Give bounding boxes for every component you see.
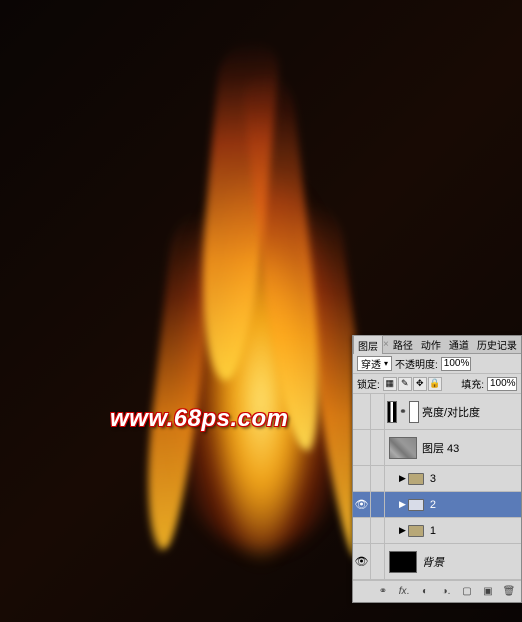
- fill-label: 填充:: [461, 376, 484, 391]
- eye-icon: 👁: [355, 555, 369, 568]
- layer-row-background[interactable]: 👁 背景: [353, 544, 521, 580]
- layer-thumb: [389, 437, 417, 459]
- chevron-down-icon: ▾: [384, 359, 388, 368]
- layer-row-adjustment[interactable]: ⚭ 亮度/对比度: [353, 394, 521, 430]
- adjustment-icon[interactable]: ◑.: [438, 585, 454, 599]
- mask-thumb: [409, 401, 419, 423]
- layer-label: 2: [427, 499, 521, 511]
- visibility-toggle[interactable]: [353, 466, 371, 491]
- disclosure-triangle-icon[interactable]: ▶: [399, 499, 406, 510]
- tab-channels[interactable]: 通道: [445, 335, 473, 354]
- panel-tabs: 图层 × 路径 动作 通道 历史记录: [353, 336, 521, 354]
- layer-label: 亮度/对比度: [419, 404, 521, 420]
- visibility-toggle[interactable]: 👁: [353, 544, 371, 579]
- visibility-toggle[interactable]: [353, 518, 371, 543]
- trash-icon[interactable]: 🗑: [501, 585, 517, 599]
- folder-icon: [408, 473, 424, 485]
- lock-fill-row: 锁定: ▦ ✎ ✥ 🔒 填充: 100%: [353, 374, 521, 394]
- blend-opacity-row: 穿透 ▾ 不透明度: 100%: [353, 354, 521, 374]
- adjustment-thumb: [387, 401, 397, 423]
- link-layers-icon[interactable]: ⚭: [375, 585, 391, 599]
- watermark-text: www.68ps.com: [110, 405, 289, 433]
- new-layer-icon[interactable]: ▣: [480, 585, 496, 599]
- folder-icon: [408, 525, 424, 537]
- lock-buttons: ▦ ✎ ✥ 🔒: [383, 377, 442, 391]
- panel-footer: ⚭ fx. ◐ ◑. ▢ ▣ 🗑: [353, 580, 521, 602]
- lock-transparency-icon[interactable]: ▦: [383, 377, 397, 391]
- opacity-input[interactable]: 100%: [441, 357, 471, 371]
- tab-layers[interactable]: 图层: [353, 335, 383, 355]
- lock-label: 锁定:: [357, 376, 380, 391]
- tab-history[interactable]: 历史记录: [473, 335, 521, 354]
- group-icon[interactable]: ▢: [459, 585, 475, 599]
- layer-group-1[interactable]: ▶ 1: [353, 518, 521, 544]
- layer-label: 图层 43: [419, 440, 521, 456]
- mask-icon[interactable]: ◐: [417, 585, 433, 599]
- blend-mode-select[interactable]: 穿透 ▾: [357, 356, 392, 371]
- tab-actions[interactable]: 动作: [417, 335, 445, 354]
- eye-icon: 👁: [355, 498, 369, 511]
- layer-label: 3: [427, 473, 521, 485]
- fx-icon[interactable]: fx.: [396, 585, 412, 599]
- layer-row-43[interactable]: 图层 43: [353, 430, 521, 466]
- layers-panel: 图层 × 路径 动作 通道 历史记录 穿透 ▾ 不透明度: 100% 锁定: ▦…: [352, 335, 522, 603]
- opacity-label: 不透明度:: [395, 356, 438, 371]
- layer-thumb: [389, 551, 417, 573]
- lock-position-icon[interactable]: ✥: [413, 377, 427, 391]
- visibility-toggle[interactable]: 👁: [353, 492, 371, 517]
- fill-input[interactable]: 100%: [487, 377, 517, 391]
- layer-group-3[interactable]: ▶ 3: [353, 466, 521, 492]
- layer-label: 1: [427, 525, 521, 537]
- disclosure-triangle-icon[interactable]: ▶: [399, 525, 406, 536]
- visibility-toggle[interactable]: [353, 394, 371, 429]
- lock-pixels-icon[interactable]: ✎: [398, 377, 412, 391]
- link-icon: ⚭: [399, 406, 407, 417]
- lock-all-icon[interactable]: 🔒: [428, 377, 442, 391]
- layer-label: 背景: [419, 554, 521, 570]
- blend-mode-value: 穿透: [361, 356, 381, 371]
- canvas-area: www.68ps.com 图层 × 路径 动作 通道 历史记录 穿透 ▾ 不透明…: [0, 0, 522, 622]
- folder-icon: [408, 499, 424, 511]
- disclosure-triangle-icon[interactable]: ▶: [399, 473, 406, 484]
- visibility-toggle[interactable]: [353, 430, 371, 465]
- layers-list: ⚭ 亮度/对比度 图层 43 ▶ 3: [353, 394, 521, 580]
- tab-paths[interactable]: 路径: [389, 335, 417, 354]
- layer-group-2[interactable]: 👁 ▶ 2: [353, 492, 521, 518]
